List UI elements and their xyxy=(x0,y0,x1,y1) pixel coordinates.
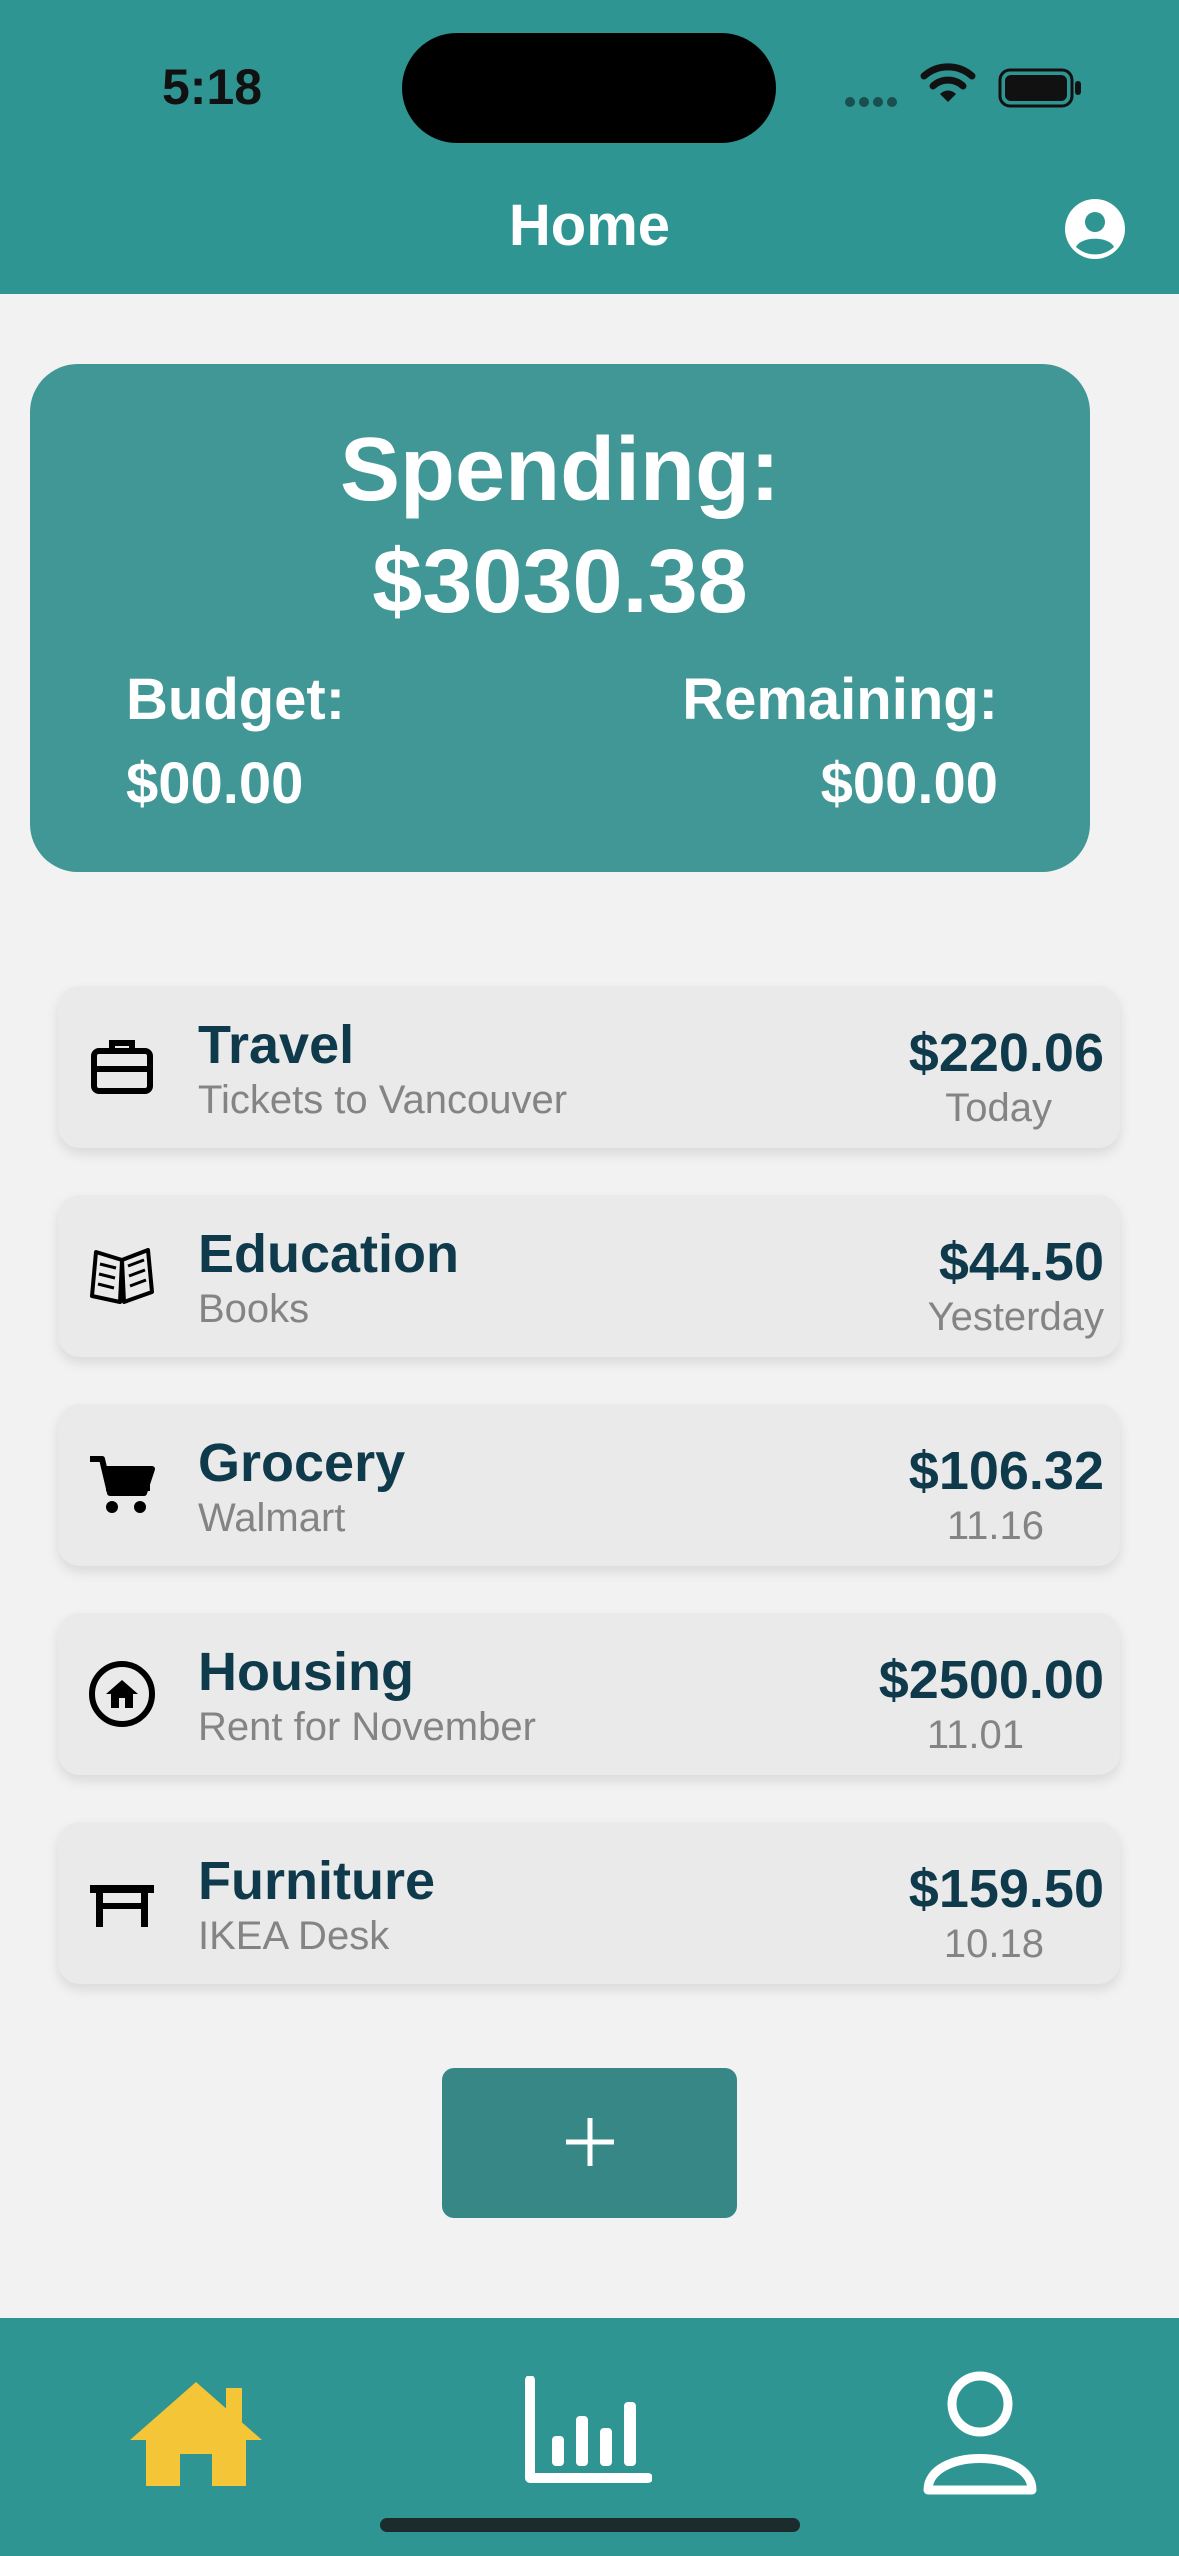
cellular-signal-icon xyxy=(845,94,901,112)
desk-icon xyxy=(90,1885,154,1927)
home-icon[interactable] xyxy=(126,2378,266,2490)
plus-icon xyxy=(565,2117,614,2166)
budget-value: $00.00 xyxy=(126,751,304,816)
transaction-description: IKEA Desk xyxy=(198,1914,390,1958)
transaction-description: Books xyxy=(198,1287,310,1331)
battery-icon xyxy=(998,68,1081,108)
transaction-category: Education xyxy=(198,1224,460,1284)
budget-label: Budget: xyxy=(126,667,346,732)
user-circle-icon[interactable] xyxy=(1064,198,1126,260)
transaction-date: 11.01 xyxy=(926,1713,1024,1757)
status-time: 5:18 xyxy=(162,59,263,115)
page-title: Home xyxy=(508,193,671,258)
transaction-date: 11.16 xyxy=(946,1504,1044,1548)
dynamic-island xyxy=(402,33,776,143)
transaction-amount: $106.32 xyxy=(908,1441,1104,1501)
transaction-row[interactable]: Housing Rent for November $2500.00 11.01 xyxy=(58,1613,1120,1775)
transaction-category: Travel xyxy=(198,1015,355,1075)
transaction-row[interactable]: Grocery Walmart $106.32 11.16 xyxy=(58,1404,1120,1566)
transaction-row[interactable]: Travel Tickets to Vancouver $220.06 Toda… xyxy=(58,986,1120,1148)
header: 5:18 Home xyxy=(0,0,1179,294)
spending-summary-card: Spending: $3030.38 Budget: $00.00 Remain… xyxy=(30,364,1090,872)
transaction-description: Tickets to Vancouver xyxy=(198,1078,568,1122)
house-icon xyxy=(89,1661,155,1727)
remaining-value: $00.00 xyxy=(820,751,998,816)
transaction-category: Housing xyxy=(198,1642,414,1702)
transaction-amount: $159.50 xyxy=(908,1859,1104,1919)
transaction-row[interactable]: Education Books $44.50 Yesterday xyxy=(58,1195,1120,1357)
wifi-icon xyxy=(920,63,976,102)
bar-chart-icon[interactable] xyxy=(524,2376,652,2486)
transaction-date: Yesterday xyxy=(927,1295,1104,1339)
person-icon[interactable] xyxy=(922,2370,1038,2496)
transaction-category: Furniture xyxy=(198,1851,435,1911)
transaction-amount: $2500.00 xyxy=(878,1650,1104,1710)
transaction-category: Grocery xyxy=(198,1433,406,1493)
transaction-row[interactable]: Furniture IKEA Desk $159.50 10.18 xyxy=(58,1822,1120,1984)
transaction-amount: $220.06 xyxy=(908,1023,1104,1083)
spending-value: $3030.38 xyxy=(372,532,748,632)
transaction-description: Rent for November xyxy=(198,1705,536,1749)
remaining-label: Remaining: xyxy=(682,667,998,732)
cart-icon xyxy=(90,1456,155,1513)
transaction-date: Today xyxy=(945,1086,1052,1130)
transaction-description: Walmart xyxy=(198,1496,346,1540)
transaction-amount: $44.50 xyxy=(938,1232,1104,1292)
spending-label: Spending: xyxy=(340,420,780,520)
transaction-date: 10.18 xyxy=(943,1922,1044,1966)
book-icon xyxy=(90,1248,154,1304)
add-transaction-button[interactable] xyxy=(442,2068,737,2218)
home-indicator xyxy=(380,2518,800,2532)
briefcase-icon xyxy=(91,1040,153,1094)
spending-summary: Spending: $3030.38 xyxy=(30,414,1090,638)
